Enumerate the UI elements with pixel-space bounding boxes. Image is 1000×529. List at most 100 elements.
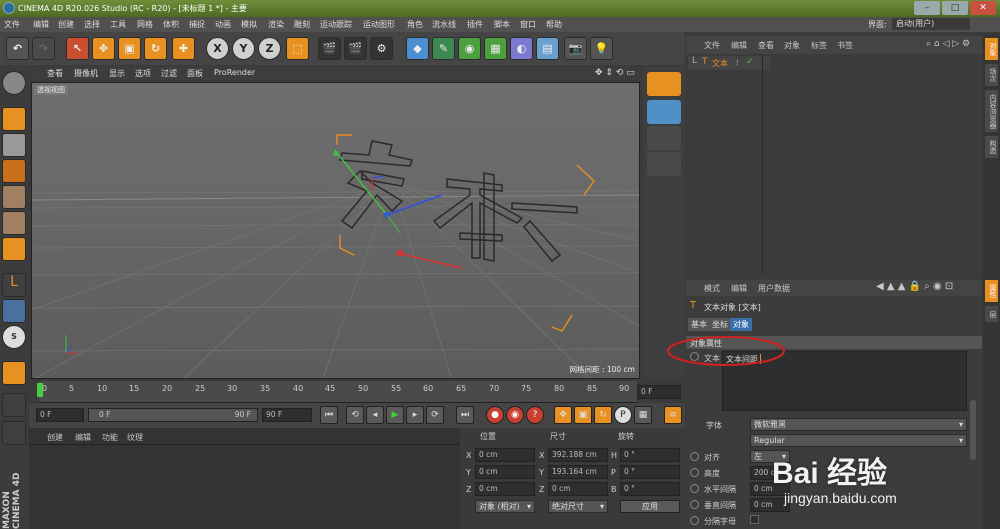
- rotation-b-field[interactable]: 0 °: [620, 482, 680, 496]
- start-frame-field[interactable]: 0 F: [36, 408, 84, 422]
- perspective-viewport[interactable]: 透视视图 网格间距 : 100 cm: [31, 82, 640, 379]
- menu-create[interactable]: 创建: [58, 19, 74, 30]
- points-mode-icon[interactable]: [2, 185, 26, 209]
- vp-menu-prorender[interactable]: ProRender: [214, 68, 255, 77]
- menu-simulate[interactable]: 模拟: [241, 19, 257, 30]
- cube-icon[interactable]: ◆: [406, 37, 429, 60]
- side-tab-structure[interactable]: 构造: [985, 136, 998, 158]
- size-mode-dropdown[interactable]: 绝对尺寸: [548, 500, 608, 513]
- menu-mesh[interactable]: 网格: [137, 19, 153, 30]
- om-menu-view[interactable]: 查看: [758, 40, 774, 51]
- font-style-dropdown[interactable]: Regular: [750, 434, 967, 447]
- rotation-p-field[interactable]: 0 °: [620, 465, 680, 479]
- guide-icon[interactable]: [647, 126, 681, 150]
- menu-window[interactable]: 窗口: [520, 19, 536, 30]
- model-mode-icon[interactable]: [2, 107, 26, 131]
- om-menu-objects[interactable]: 对象: [784, 40, 800, 51]
- material-manager[interactable]: 创建 编辑 功能 纹理: [29, 428, 460, 529]
- move-icon[interactable]: ✥: [92, 37, 115, 60]
- menu-volume[interactable]: 体积: [163, 19, 179, 30]
- tweak-icon[interactable]: [2, 299, 26, 323]
- vp-menu-panel[interactable]: 面板: [187, 68, 203, 79]
- key-parameter-icon[interactable]: P: [614, 406, 632, 424]
- maximize-button[interactable]: □: [942, 1, 968, 15]
- array-icon[interactable]: ▦: [484, 37, 507, 60]
- mat-menu-edit[interactable]: 编辑: [75, 432, 91, 443]
- menu-pipeline[interactable]: 流水线: [432, 19, 456, 30]
- frame-range-slider[interactable]: 0 F 90 F: [88, 408, 258, 422]
- animate-dot-icon[interactable]: [690, 484, 699, 493]
- attribute-scrollbar[interactable]: [970, 400, 976, 460]
- menu-snap[interactable]: 捕捉: [189, 19, 205, 30]
- menu-mograph[interactable]: 运动图形: [363, 19, 395, 30]
- z-axis-lock-button[interactable]: Z: [258, 37, 281, 60]
- menu-select[interactable]: 选择: [84, 19, 100, 30]
- record-icon[interactable]: ●: [486, 406, 504, 424]
- current-frame-field[interactable]: 0 F: [637, 385, 681, 399]
- om-nav-icons[interactable]: ⌕ ⌂ ◁ ▷ ⚙: [926, 39, 970, 49]
- close-button[interactable]: ✕: [970, 1, 996, 15]
- position-x-field[interactable]: 0 cm: [475, 448, 535, 462]
- visibility-dots-icon[interactable]: ⁞: [736, 58, 739, 67]
- tab-basic[interactable]: 基本: [688, 318, 710, 331]
- timeline-layout-icon[interactable]: ≡: [664, 406, 682, 424]
- size-z-field[interactable]: 0 cm: [548, 482, 608, 496]
- am-nav-icons[interactable]: ◀ ▲ ▲ 🔒 ⌕ ◉ ⊡: [876, 281, 953, 292]
- make-editable-icon[interactable]: [2, 71, 26, 95]
- kerning-checkbox[interactable]: [750, 515, 759, 524]
- animate-dot-icon[interactable]: [690, 516, 699, 525]
- menu-render[interactable]: 渲染: [268, 19, 284, 30]
- workplane-icon[interactable]: [2, 159, 26, 183]
- x-axis-lock-button[interactable]: X: [206, 37, 229, 60]
- enabled-check-icon[interactable]: ✓: [746, 57, 754, 67]
- scale-icon[interactable]: ▣: [118, 37, 141, 60]
- om-menu-bookmarks[interactable]: 书签: [837, 40, 853, 51]
- vp-nav-icons[interactable]: ✥ ⇕ ⟲ ▭: [595, 68, 635, 78]
- pen-icon[interactable]: ✎: [432, 37, 455, 60]
- lock-icon[interactable]: [2, 393, 26, 417]
- menu-file[interactable]: 文件: [4, 19, 20, 30]
- am-menu-userdata[interactable]: 用户数据: [758, 283, 790, 294]
- minimize-button[interactable]: –: [914, 1, 940, 15]
- vp-menu-display[interactable]: 显示: [109, 68, 125, 79]
- apply-button[interactable]: 应用: [620, 500, 680, 513]
- render-picture-viewer-icon[interactable]: 🎬: [344, 37, 367, 60]
- rotation-h-field[interactable]: 0 °: [620, 448, 680, 462]
- render-settings-icon[interactable]: ⚙: [370, 37, 393, 60]
- mat-menu-function[interactable]: 功能: [102, 432, 118, 443]
- redo-icon[interactable]: ↷: [32, 37, 55, 60]
- menu-script[interactable]: 脚本: [494, 19, 510, 30]
- am-menu-edit[interactable]: 编辑: [731, 283, 747, 294]
- om-menu-file[interactable]: 文件: [704, 40, 720, 51]
- lock-workplane-icon[interactable]: [2, 421, 26, 445]
- light-icon[interactable]: 💡: [590, 37, 613, 60]
- vp-menu-filter[interactable]: 过滤: [161, 68, 177, 79]
- key-scale-icon[interactable]: ▣: [574, 406, 592, 424]
- y-axis-lock-button[interactable]: Y: [232, 37, 255, 60]
- object-name[interactable]: 文本: [712, 58, 728, 69]
- menu-help[interactable]: 帮助: [546, 19, 562, 30]
- subdivision-icon[interactable]: ◉: [458, 37, 481, 60]
- animate-dot-icon[interactable]: [690, 452, 699, 461]
- snap-icon[interactable]: S: [2, 325, 26, 349]
- quantize-icon[interactable]: [647, 152, 681, 176]
- animate-dot-icon[interactable]: [690, 468, 699, 477]
- side-tab-content-browser[interactable]: 内容浏览器: [985, 90, 998, 132]
- deformer-icon[interactable]: ◐: [510, 37, 533, 60]
- menu-animate[interactable]: 动画: [215, 19, 231, 30]
- next-frame-icon[interactable]: ▸: [406, 406, 424, 424]
- interface-dropdown[interactable]: 启动(用户): [892, 18, 970, 30]
- menu-character[interactable]: 角色: [407, 19, 423, 30]
- coord-mode-dropdown[interactable]: 对象 (相对): [475, 500, 535, 513]
- mat-menu-create[interactable]: 创建: [47, 432, 63, 443]
- side-tab-objects[interactable]: 对象: [985, 38, 998, 60]
- next-key-icon[interactable]: ⟳: [426, 406, 444, 424]
- om-menu-tags[interactable]: 标签: [811, 40, 827, 51]
- am-menu-mode[interactable]: 模式: [704, 283, 720, 294]
- polygons-mode-icon[interactable]: [2, 237, 26, 261]
- last-tool-icon[interactable]: ✚: [172, 37, 195, 60]
- animate-dot-icon[interactable]: [690, 500, 699, 509]
- coordinate-system-icon[interactable]: ⬚: [286, 37, 309, 60]
- keyframe-selection-icon[interactable]: ?: [526, 406, 544, 424]
- previous-key-icon[interactable]: ⟲: [346, 406, 364, 424]
